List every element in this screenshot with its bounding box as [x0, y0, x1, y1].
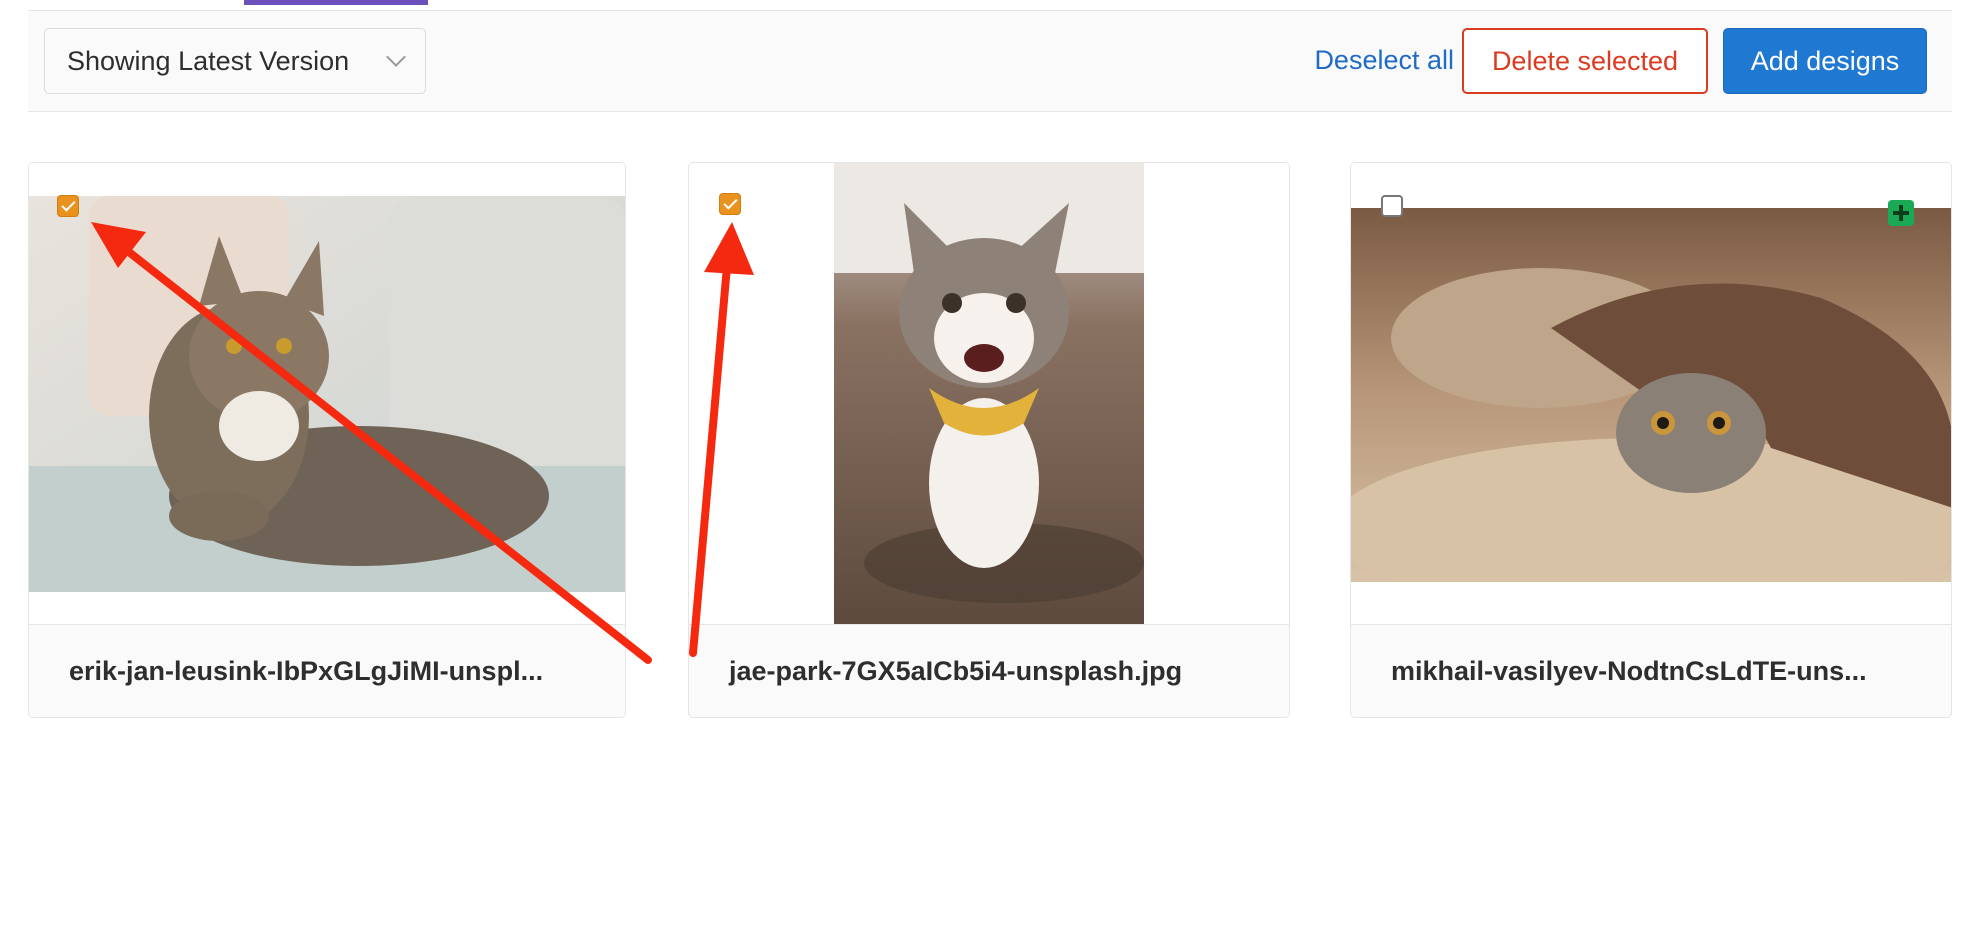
design-filename: jae-park-7GX5aICb5i4-unsplash.jpg — [689, 624, 1289, 717]
design-card[interactable]: erik-jan-leusink-IbPxGLgJiMI-unspl... — [28, 162, 626, 718]
select-checkbox[interactable] — [1381, 195, 1403, 217]
cat-on-sofa-image — [29, 196, 625, 592]
plus-icon — [1888, 200, 1914, 226]
design-filename: mikhail-vasilyev-NodtnCsLdTE-uns... — [1351, 624, 1951, 717]
deselect-all-link[interactable]: Deselect all — [1314, 40, 1454, 80]
add-designs-button[interactable]: Add designs — [1723, 28, 1927, 94]
select-checkbox[interactable] — [719, 193, 741, 215]
chevron-down-icon — [386, 47, 406, 67]
design-card[interactable]: jae-park-7GX5aICb5i4-unsplash.jpg — [688, 162, 1290, 718]
design-card[interactable]: mikhail-vasilyev-NodtnCsLdTE-uns... — [1350, 162, 1952, 718]
designs-toolbar: Showing Latest Version Deselect all Dele… — [28, 10, 1952, 112]
cat-under-blanket-image — [1351, 208, 1951, 582]
version-dropdown[interactable]: Showing Latest Version — [44, 28, 426, 94]
design-preview[interactable] — [689, 163, 1289, 625]
active-tab-indicator — [244, 0, 428, 5]
delete-selected-button[interactable]: Delete selected — [1462, 28, 1708, 94]
happy-cat-image — [834, 163, 1144, 625]
design-filename: erik-jan-leusink-IbPxGLgJiMI-unspl... — [29, 624, 625, 717]
design-preview[interactable] — [1351, 163, 1951, 625]
design-preview[interactable] — [29, 163, 625, 625]
select-checkbox[interactable] — [57, 195, 79, 217]
version-dropdown-label: Showing Latest Version — [67, 45, 350, 76]
